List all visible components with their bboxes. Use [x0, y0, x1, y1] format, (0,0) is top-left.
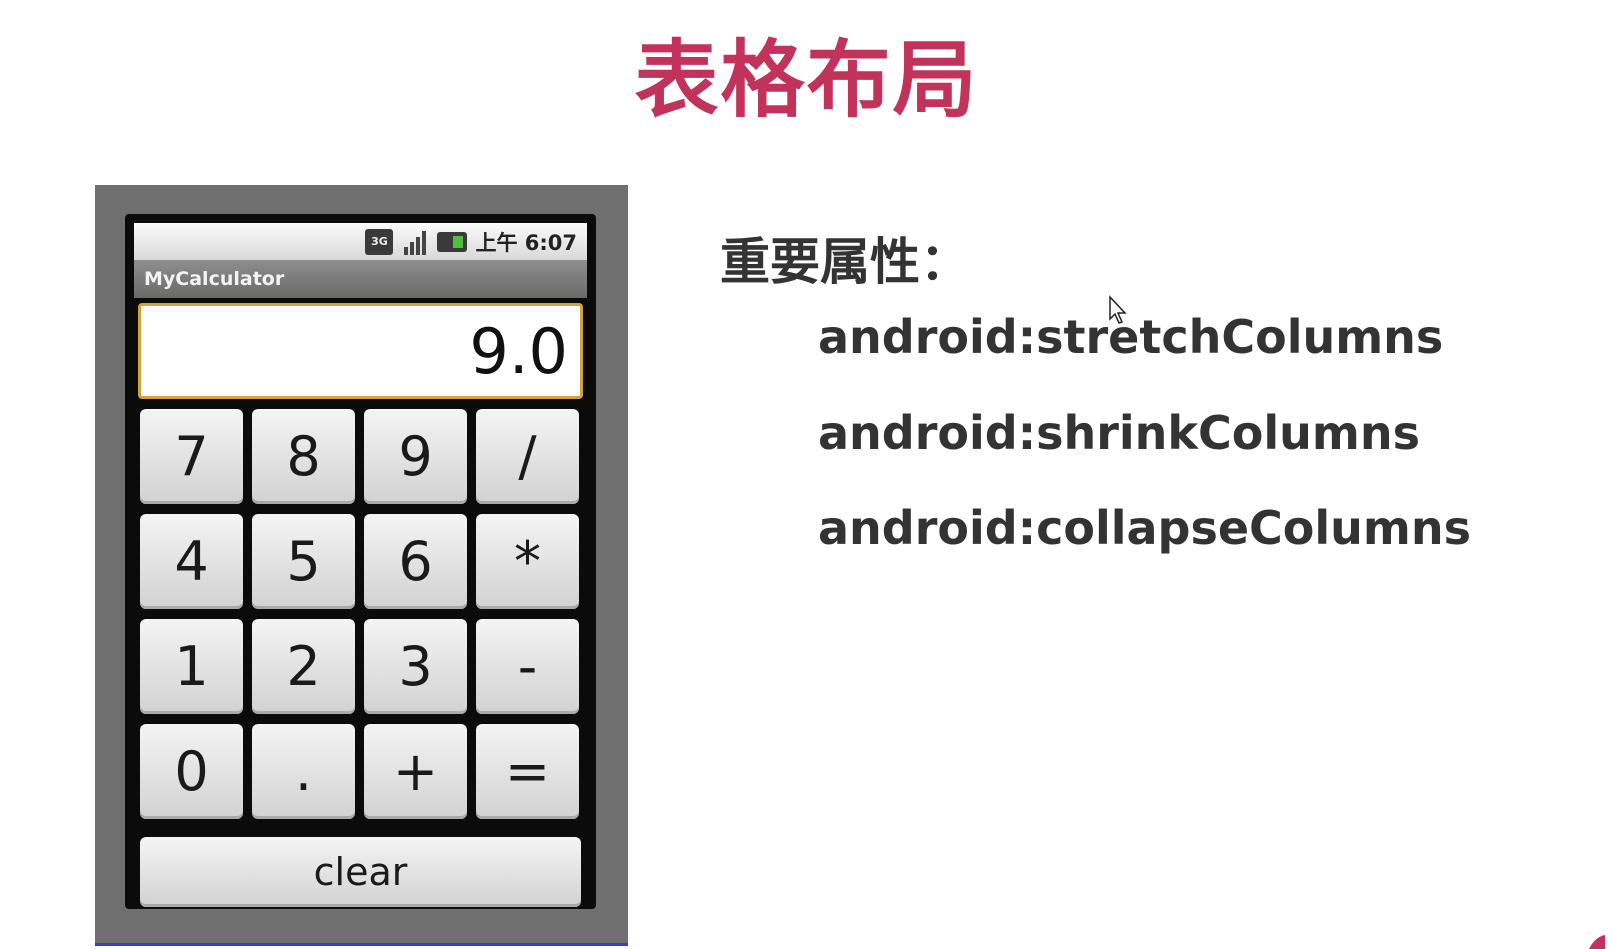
key-6[interactable]: 6: [364, 514, 467, 609]
key-minus[interactable]: -: [476, 619, 579, 714]
slide-title: 表格布局: [634, 31, 979, 129]
property-shrink-columns: android:shrinkColumns: [818, 406, 1420, 460]
phone-screenshot: 3G 上午 6:07 MyCalculator 9.0 7 8 9 / 4 5 …: [95, 185, 628, 946]
status-time: 上午 6:07: [475, 230, 577, 255]
key-5[interactable]: 5: [252, 514, 355, 609]
property-collapse-columns: android:collapseColumns: [818, 501, 1471, 555]
key-equals[interactable]: =: [476, 724, 579, 819]
calculator-display: 9.0: [138, 303, 583, 399]
keypad: 7 8 9 / 4 5 6 * 1 2 3 - 0 . + =: [140, 409, 581, 819]
key-decimal[interactable]: .: [252, 724, 355, 819]
property-stretch-columns: android:stretchColumns: [818, 310, 1444, 364]
key-7[interactable]: 7: [140, 409, 243, 504]
key-0[interactable]: 0: [140, 724, 243, 819]
phone-screen: 3G 上午 6:07 MyCalculator 9.0 7 8 9 / 4 5 …: [125, 214, 596, 909]
clear-button[interactable]: clear: [140, 837, 581, 907]
key-divide[interactable]: /: [476, 409, 579, 504]
key-plus[interactable]: +: [364, 724, 467, 819]
key-2[interactable]: 2: [252, 619, 355, 714]
battery-icon: [437, 231, 468, 252]
mouse-pointer-icon: [1109, 295, 1127, 324]
app-title-bar: MyCalculator: [134, 260, 587, 298]
key-1[interactable]: 1: [140, 619, 243, 714]
key-3[interactable]: 3: [364, 619, 467, 714]
key-multiply[interactable]: *: [476, 514, 579, 609]
properties-heading: 重要属性：: [720, 233, 970, 291]
key-8[interactable]: 8: [252, 409, 355, 504]
signal-icon: [401, 229, 429, 255]
status-bar: 3G 上午 6:07: [134, 223, 587, 260]
corner-decoration: [1589, 935, 1605, 949]
key-4[interactable]: 4: [140, 514, 243, 609]
key-9[interactable]: 9: [364, 409, 467, 504]
network-3g-icon: 3G: [365, 228, 394, 255]
